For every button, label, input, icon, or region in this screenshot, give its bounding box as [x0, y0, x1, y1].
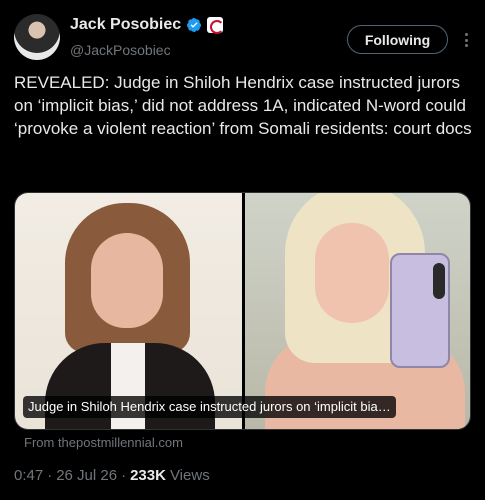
tweet-text: REVEALED: Judge in Shiloh Hendrix case i…: [14, 73, 472, 138]
author-handle[interactable]: @JackPosobiec: [70, 42, 171, 58]
tweet-meta: 0:47 · 26 Jul 26 · 233K Views: [14, 467, 210, 484]
meta-separator: ·: [121, 467, 127, 484]
following-button[interactable]: Following: [347, 25, 448, 54]
affiliate-badge-icon: [207, 17, 225, 34]
tweet-date[interactable]: 26 Jul 26: [56, 467, 117, 484]
avatar[interactable]: [14, 14, 60, 60]
meta-separator: ·: [47, 467, 53, 484]
card-source[interactable]: From thepostmillennial.com: [24, 435, 183, 450]
more-options-icon[interactable]: [461, 30, 471, 50]
card-image-left: [15, 193, 242, 429]
link-card[interactable]: Judge in Shiloh Hendrix case instructed …: [14, 192, 471, 430]
tweet-header: Jack Posobiec @JackPosobiec Following: [14, 12, 471, 62]
views-label: Views: [169, 467, 210, 484]
views-count: 233K: [130, 467, 166, 484]
tweet-time[interactable]: 0:47: [14, 467, 43, 484]
card-image-right: [245, 193, 470, 429]
verified-badge-icon: [187, 18, 202, 32]
card-caption: Judge in Shiloh Hendrix case instructed …: [23, 396, 396, 418]
author-name[interactable]: Jack Posobiec: [70, 16, 181, 34]
author-name-row: Jack Posobiec: [70, 16, 225, 34]
